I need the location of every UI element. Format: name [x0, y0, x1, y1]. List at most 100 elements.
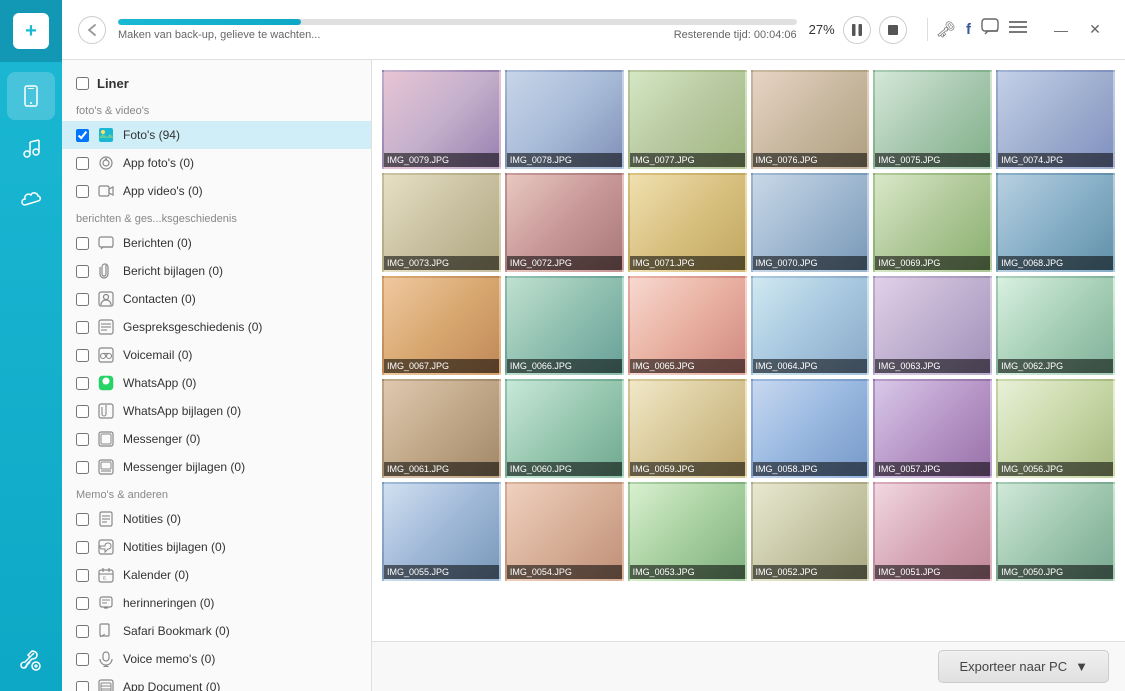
herinneringen-checkbox[interactable]	[76, 597, 89, 610]
app-videos-checkbox[interactable]	[76, 185, 89, 198]
close-button[interactable]: ✕	[1081, 16, 1109, 44]
app-fotos-checkbox[interactable]	[76, 157, 89, 170]
photo-cell[interactable]: IMG_0069.JPG	[873, 173, 992, 272]
tree-item-safari[interactable]: Safari Bookmark (0)	[62, 617, 371, 645]
berichten-checkbox[interactable]	[76, 237, 89, 250]
photo-cell[interactable]: IMG_0055.JPG	[382, 482, 501, 581]
photo-cell[interactable]: IMG_0056.JPG	[996, 379, 1115, 478]
voicemail-checkbox[interactable]	[76, 349, 89, 362]
tree-item-app-fotos[interactable]: App foto's (0)	[62, 149, 371, 177]
notities-checkbox[interactable]	[76, 513, 89, 526]
herinneringen-label: herinneringen (0)	[123, 596, 357, 610]
tree-item-notities-bijlagen[interactable]: Notities bijlagen (0)	[62, 533, 371, 561]
photo-cell[interactable]: IMG_0064.JPG	[751, 276, 870, 375]
gespreks-checkbox[interactable]	[76, 321, 89, 334]
photo-cell[interactable]: IMG_0073.JPG	[382, 173, 501, 272]
svg-text:6: 6	[103, 576, 106, 582]
top-controls: 27%	[809, 16, 907, 44]
bericht-bijlagen-checkbox[interactable]	[76, 265, 89, 278]
menu-icon[interactable]	[1009, 20, 1027, 39]
voice-memos-icon	[97, 650, 115, 668]
photo-cell[interactable]: IMG_0079.JPG	[382, 70, 501, 169]
photo-cell[interactable]: IMG_0067.JPG	[382, 276, 501, 375]
photo-cell[interactable]: IMG_0053.JPG	[628, 482, 747, 581]
kalender-label: Kalender (0)	[123, 568, 357, 582]
sidebar-nav-tools[interactable]	[7, 643, 55, 691]
notities-bijlagen-icon	[97, 538, 115, 556]
kalender-checkbox[interactable]	[76, 569, 89, 582]
minimize-button[interactable]: —	[1047, 16, 1075, 44]
photo-cell[interactable]: IMG_0075.JPG	[873, 70, 992, 169]
tree-item-whatsapp[interactable]: WhatsApp (0)	[62, 369, 371, 397]
remaining-time: Resterende tijd: 00:04:06	[674, 29, 797, 41]
messenger-bijlagen-label: Messenger bijlagen (0)	[123, 460, 357, 474]
photo-cell[interactable]: IMG_0077.JPG	[628, 70, 747, 169]
photo-cell[interactable]: IMG_0060.JPG	[505, 379, 624, 478]
facebook-icon[interactable]: f	[966, 21, 971, 38]
safari-checkbox[interactable]	[76, 625, 89, 638]
tree-item-gespreks[interactable]: Gespreksgeschiedenis (0)	[62, 313, 371, 341]
photo-cell[interactable]: IMG_0068.JPG	[996, 173, 1115, 272]
photo-cell[interactable]: IMG_0063.JPG	[873, 276, 992, 375]
tree-item-app-doc[interactable]: App Document (0)	[62, 673, 371, 691]
app-doc-checkbox[interactable]	[76, 681, 89, 691]
photo-cell[interactable]: IMG_0065.JPG	[628, 276, 747, 375]
tree-item-herinneringen[interactable]: herinneringen (0)	[62, 589, 371, 617]
photo-cell[interactable]: IMG_0061.JPG	[382, 379, 501, 478]
voice-memos-checkbox[interactable]	[76, 653, 89, 666]
photo-cell[interactable]: IMG_0050.JPG	[996, 482, 1115, 581]
tree-item-contacten[interactable]: Contacten (0)	[62, 285, 371, 313]
photo-cell[interactable]: IMG_0051.JPG	[873, 482, 992, 581]
stop-button[interactable]	[879, 16, 907, 44]
tree-item-messenger[interactable]: Messenger (0)	[62, 425, 371, 453]
fotos-checkbox[interactable]	[76, 129, 89, 142]
messenger-bijlagen-checkbox[interactable]	[76, 461, 89, 474]
photo-cell[interactable]: IMG_0071.JPG	[628, 173, 747, 272]
tree-item-fotos[interactable]: Foto's (94)	[62, 121, 371, 149]
tree-item-whatsapp-bijlagen[interactable]: WhatsApp bijlagen (0)	[62, 397, 371, 425]
device-header: Liner	[62, 70, 371, 97]
chat-icon[interactable]	[981, 18, 999, 41]
sidebar-nav-cloud[interactable]	[7, 176, 55, 224]
tree-item-bericht-bijlagen[interactable]: Bericht bijlagen (0)	[62, 257, 371, 285]
pause-button[interactable]	[843, 16, 871, 44]
photo-label: IMG_0069.JPG	[875, 256, 990, 270]
app-sidebar: +	[0, 0, 62, 691]
photo-cell[interactable]: IMG_0078.JPG	[505, 70, 624, 169]
device-checkbox[interactable]	[76, 77, 89, 90]
photo-cell[interactable]: IMG_0066.JPG	[505, 276, 624, 375]
tree-item-messenger-bijlagen[interactable]: Messenger bijlagen (0)	[62, 453, 371, 481]
photo-cell[interactable]: IMG_0054.JPG	[505, 482, 624, 581]
photo-cell[interactable]: IMG_0076.JPG	[751, 70, 870, 169]
photo-cell[interactable]: IMG_0059.JPG	[628, 379, 747, 478]
voicemail-label: Voicemail (0)	[123, 348, 357, 362]
photo-cell[interactable]: IMG_0072.JPG	[505, 173, 624, 272]
tree-item-voicemail[interactable]: Voicemail (0)	[62, 341, 371, 369]
back-button[interactable]	[78, 16, 106, 44]
export-button[interactable]: Exporteer naar PC ▼	[938, 650, 1109, 683]
safari-icon	[97, 622, 115, 640]
sidebar-nav-music[interactable]	[7, 124, 55, 172]
key-icon[interactable]: 🗝	[936, 20, 956, 40]
tree-item-kalender[interactable]: 6 Kalender (0)	[62, 561, 371, 589]
left-panel: Liner foto's & video's Foto's (94)	[62, 60, 372, 691]
tree-item-voice-memos[interactable]: Voice memo's (0)	[62, 645, 371, 673]
progress-labels: Maken van back-up, gelieve te wachten...…	[118, 29, 797, 41]
sidebar-nav	[7, 62, 55, 691]
tree-item-notities[interactable]: Notities (0)	[62, 505, 371, 533]
tree-item-app-videos[interactable]: App video's (0)	[62, 177, 371, 205]
photo-cell[interactable]: IMG_0062.JPG	[996, 276, 1115, 375]
sidebar-nav-phone[interactable]	[7, 72, 55, 120]
photo-cell[interactable]: IMG_0074.JPG	[996, 70, 1115, 169]
photo-cell[interactable]: IMG_0052.JPG	[751, 482, 870, 581]
photo-cell[interactable]: IMG_0057.JPG	[873, 379, 992, 478]
win-controls: — ✕	[1047, 16, 1109, 44]
notities-bijlagen-checkbox[interactable]	[76, 541, 89, 554]
photo-cell[interactable]: IMG_0058.JPG	[751, 379, 870, 478]
photo-cell[interactable]: IMG_0070.JPG	[751, 173, 870, 272]
contacten-checkbox[interactable]	[76, 293, 89, 306]
whatsapp-bijlagen-checkbox[interactable]	[76, 405, 89, 418]
tree-item-berichten[interactable]: Berichten (0)	[62, 229, 371, 257]
messenger-checkbox[interactable]	[76, 433, 89, 446]
whatsapp-checkbox[interactable]	[76, 377, 89, 390]
